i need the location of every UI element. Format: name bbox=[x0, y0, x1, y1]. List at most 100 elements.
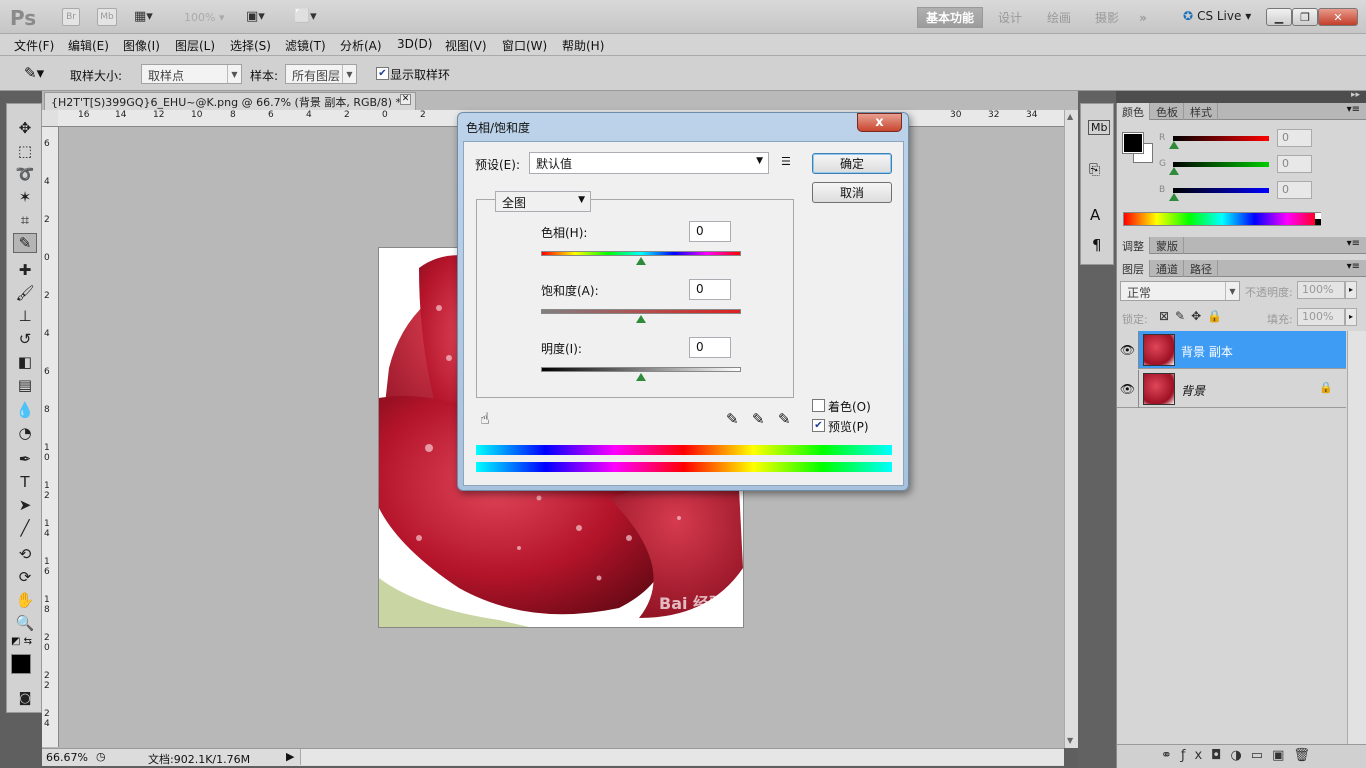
tab-styles[interactable]: 样式 bbox=[1185, 103, 1218, 120]
ruler-origin[interactable] bbox=[42, 110, 59, 127]
zoom-readout[interactable]: 66.67% bbox=[46, 751, 88, 764]
menu-image[interactable]: 图像(I) bbox=[123, 37, 160, 54]
status-info-icon[interactable]: ◷ bbox=[96, 750, 106, 763]
minibridge-button[interactable]: Mb bbox=[97, 8, 117, 26]
line-tool-icon[interactable]: ╱ bbox=[13, 518, 37, 538]
hand-tool-icon[interactable]: ✋ bbox=[13, 590, 37, 610]
panel-menu-icon[interactable]: ▾≡ bbox=[1347, 104, 1360, 115]
default-colors-icon[interactable]: ◩ ⇆ bbox=[11, 636, 32, 647]
saturation-slider-thumb[interactable] bbox=[636, 315, 646, 323]
menu-file[interactable]: 文件(F) bbox=[14, 37, 54, 54]
r-slider[interactable] bbox=[1173, 136, 1269, 141]
eyedropper-icon[interactable]: ✎ bbox=[726, 410, 739, 428]
channel-select[interactable]: 全图 ▼ bbox=[495, 191, 591, 212]
b-value[interactable]: 0 bbox=[1277, 181, 1312, 199]
sample-size-select[interactable]: 取样点 ▼ bbox=[141, 64, 242, 84]
layer-row[interactable]: 👁 背景 🔒 bbox=[1117, 370, 1346, 408]
tab-layers[interactable]: 图层 bbox=[1117, 260, 1150, 277]
menu-window[interactable]: 窗口(W) bbox=[502, 37, 547, 54]
layer-name[interactable]: 背景 bbox=[1181, 382, 1205, 399]
eyedropper-tool-icon[interactable]: ✎ bbox=[13, 233, 37, 253]
quick-mask-icon[interactable]: ◙ bbox=[13, 688, 37, 708]
lasso-tool-icon[interactable]: ➰ bbox=[13, 164, 37, 184]
layers-scrollbar[interactable] bbox=[1347, 331, 1366, 744]
paragraph-panel-icon[interactable]: ¶ bbox=[1092, 236, 1102, 254]
lightness-slider[interactable] bbox=[541, 367, 741, 372]
scroll-up-icon[interactable]: ▲ bbox=[1067, 112, 1073, 121]
status-menu-arrow-icon[interactable]: ▶ bbox=[286, 750, 294, 763]
horizontal-scrollbar[interactable] bbox=[300, 749, 1064, 765]
3d-rotate-tool-icon[interactable]: ⟲ bbox=[13, 544, 37, 564]
tab-color[interactable]: 颜色 bbox=[1117, 103, 1150, 120]
vertical-ruler[interactable]: 6 4 2 0 2 4 6 8 1 0 1 2 1 4 1 6 1 8 2 0 … bbox=[42, 127, 59, 747]
move-tool-icon[interactable]: ✥ bbox=[13, 118, 37, 138]
saturation-slider[interactable] bbox=[541, 309, 741, 314]
dodge-tool-icon[interactable]: ◔ bbox=[13, 423, 37, 443]
eyedropper-add-icon[interactable]: ✎ bbox=[752, 410, 765, 428]
color-ramp[interactable] bbox=[1123, 212, 1321, 226]
layer-row[interactable]: 👁 背景 副本 bbox=[1117, 331, 1346, 369]
preview-checkbox[interactable]: ✔ bbox=[812, 419, 825, 432]
fill-arrow-icon[interactable]: ▸ bbox=[1345, 308, 1357, 326]
history-panel-icon[interactable]: ⎘ bbox=[1089, 162, 1100, 178]
workspace-overflow-icon[interactable]: » bbox=[1133, 7, 1153, 28]
layer-name[interactable]: 背景 副本 bbox=[1181, 343, 1233, 360]
zoom-tool-icon[interactable]: 🔍 bbox=[13, 613, 37, 633]
character-panel-icon[interactable]: A bbox=[1090, 206, 1100, 224]
b-slider-thumb[interactable] bbox=[1169, 193, 1179, 201]
hue-slider[interactable] bbox=[541, 251, 741, 256]
view-extras-icon[interactable]: ▦▾ bbox=[134, 9, 164, 25]
sample-select[interactable]: 所有图层 ▼ bbox=[285, 64, 357, 84]
foreground-color-swatch[interactable] bbox=[1122, 132, 1144, 154]
tab-paths[interactable]: 路径 bbox=[1185, 260, 1218, 277]
marquee-tool-icon[interactable]: ⬚ bbox=[13, 141, 37, 161]
workspace-essentials[interactable]: 基本功能 bbox=[917, 7, 983, 28]
preset-select[interactable]: 默认值 ▼ bbox=[529, 152, 769, 174]
brush-tool-icon[interactable]: 🖌 bbox=[13, 283, 37, 303]
blur-tool-icon[interactable]: 💧 bbox=[13, 400, 37, 420]
menu-analysis[interactable]: 分析(A) bbox=[340, 37, 382, 54]
tab-adjustments[interactable]: 调整 bbox=[1117, 237, 1150, 254]
fill-field[interactable]: 100% bbox=[1297, 308, 1345, 326]
saturation-field[interactable]: 0 bbox=[689, 279, 731, 300]
opacity-arrow-icon[interactable]: ▸ bbox=[1345, 281, 1357, 299]
crop-tool-icon[interactable]: ⌗ bbox=[13, 210, 37, 230]
panel-menu-icon[interactable]: ▾≡ bbox=[1347, 261, 1360, 272]
restore-button[interactable]: ❐ bbox=[1292, 8, 1318, 26]
document-tab[interactable]: {H2T'T[S)399GQ}6_EHU~@K.png @ 66.7% (背景 … bbox=[44, 92, 416, 110]
g-value[interactable]: 0 bbox=[1277, 155, 1312, 173]
visibility-eye-icon[interactable]: 👁 bbox=[1117, 331, 1139, 369]
arrange-documents-icon[interactable]: ▣▾ bbox=[246, 9, 265, 24]
eyedropper-preset-icon[interactable]: ✎▾ bbox=[24, 64, 44, 82]
quick-select-tool-icon[interactable]: ✶ bbox=[13, 187, 37, 207]
preset-options-icon[interactable]: ☰ bbox=[781, 155, 791, 168]
g-slider[interactable] bbox=[1173, 162, 1269, 167]
tab-channels[interactable]: 通道 bbox=[1151, 260, 1184, 277]
menu-layer[interactable]: 图层(L) bbox=[175, 37, 215, 54]
zoom-level-dropdown[interactable]: 100% ▾ bbox=[184, 11, 224, 24]
close-document-icon[interactable]: ✕ bbox=[400, 94, 411, 105]
hue-field[interactable]: 0 bbox=[689, 221, 731, 242]
lightness-slider-thumb[interactable] bbox=[636, 373, 646, 381]
close-window-button[interactable]: ✕ bbox=[1318, 8, 1358, 26]
menu-filter[interactable]: 滤镜(T) bbox=[285, 37, 326, 54]
vertical-scrollbar[interactable]: ▲ ▼ bbox=[1064, 110, 1078, 748]
workspace-photography[interactable]: 摄影 bbox=[1087, 7, 1127, 28]
menu-view[interactable]: 视图(V) bbox=[445, 37, 487, 54]
cancel-button[interactable]: 取消 bbox=[812, 182, 892, 203]
tab-masks[interactable]: 蒙版 bbox=[1151, 237, 1184, 254]
history-brush-tool-icon[interactable]: ↺ bbox=[13, 329, 37, 349]
menu-edit[interactable]: 编辑(E) bbox=[68, 37, 109, 54]
healing-brush-tool-icon[interactable]: ✚ bbox=[13, 260, 37, 280]
type-tool-icon[interactable]: T bbox=[13, 472, 37, 492]
pen-tool-icon[interactable]: ✒ bbox=[13, 449, 37, 469]
hue-slider-thumb[interactable] bbox=[636, 257, 646, 265]
bw-ramp[interactable] bbox=[1315, 213, 1321, 225]
workspace-design[interactable]: 设计 bbox=[990, 7, 1030, 28]
eyedropper-subtract-icon[interactable]: ✎ bbox=[778, 410, 791, 428]
foreground-color-swatch[interactable] bbox=[11, 654, 31, 674]
cs-live-button[interactable]: ✪ CS Live ▾ bbox=[1183, 9, 1251, 23]
eraser-tool-icon[interactable]: ◧ bbox=[13, 352, 37, 372]
blend-mode-select[interactable]: 正常 ▼ bbox=[1120, 281, 1240, 301]
menu-3d[interactable]: 3D(D) bbox=[397, 37, 432, 51]
